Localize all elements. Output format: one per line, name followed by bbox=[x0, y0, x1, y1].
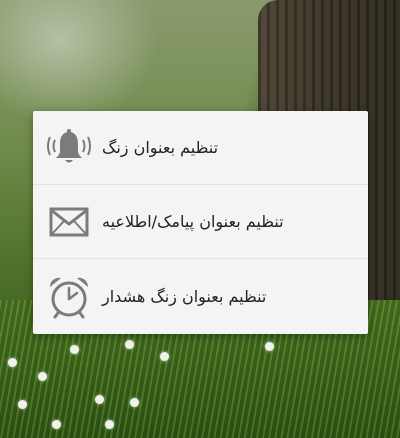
set-as-dialog: تنظیم بعنوان زنگ تنظیم بعنوان پیامک/اطلا… bbox=[33, 111, 368, 334]
envelope-icon bbox=[46, 199, 92, 245]
set-as-ringtone-label: تنظیم بعنوان زنگ bbox=[102, 138, 219, 157]
wallpaper-flower bbox=[130, 398, 139, 407]
set-as-notification-option[interactable]: تنظیم بعنوان پیامک/اطلاعیه bbox=[33, 185, 368, 259]
wallpaper-flower bbox=[52, 420, 61, 429]
set-as-alarm-label: تنظیم بعنوان زنگ هشدار bbox=[102, 287, 267, 306]
wallpaper-flower bbox=[70, 345, 79, 354]
wallpaper-flower bbox=[105, 420, 114, 429]
wallpaper-flower bbox=[8, 358, 17, 367]
ringing-bell-icon bbox=[46, 125, 92, 171]
set-as-notification-label: تنظیم بعنوان پیامک/اطلاعیه bbox=[102, 212, 284, 231]
set-as-alarm-option[interactable]: تنظیم بعنوان زنگ هشدار bbox=[33, 259, 368, 334]
wallpaper-flower bbox=[160, 352, 169, 361]
alarm-clock-icon bbox=[46, 274, 92, 320]
wallpaper-flower bbox=[18, 400, 27, 409]
wallpaper-flower bbox=[38, 372, 47, 381]
wallpaper-flower bbox=[95, 395, 104, 404]
wallpaper-flower bbox=[125, 340, 134, 349]
wallpaper-flower bbox=[265, 342, 274, 351]
set-as-ringtone-option[interactable]: تنظیم بعنوان زنگ bbox=[33, 111, 368, 185]
